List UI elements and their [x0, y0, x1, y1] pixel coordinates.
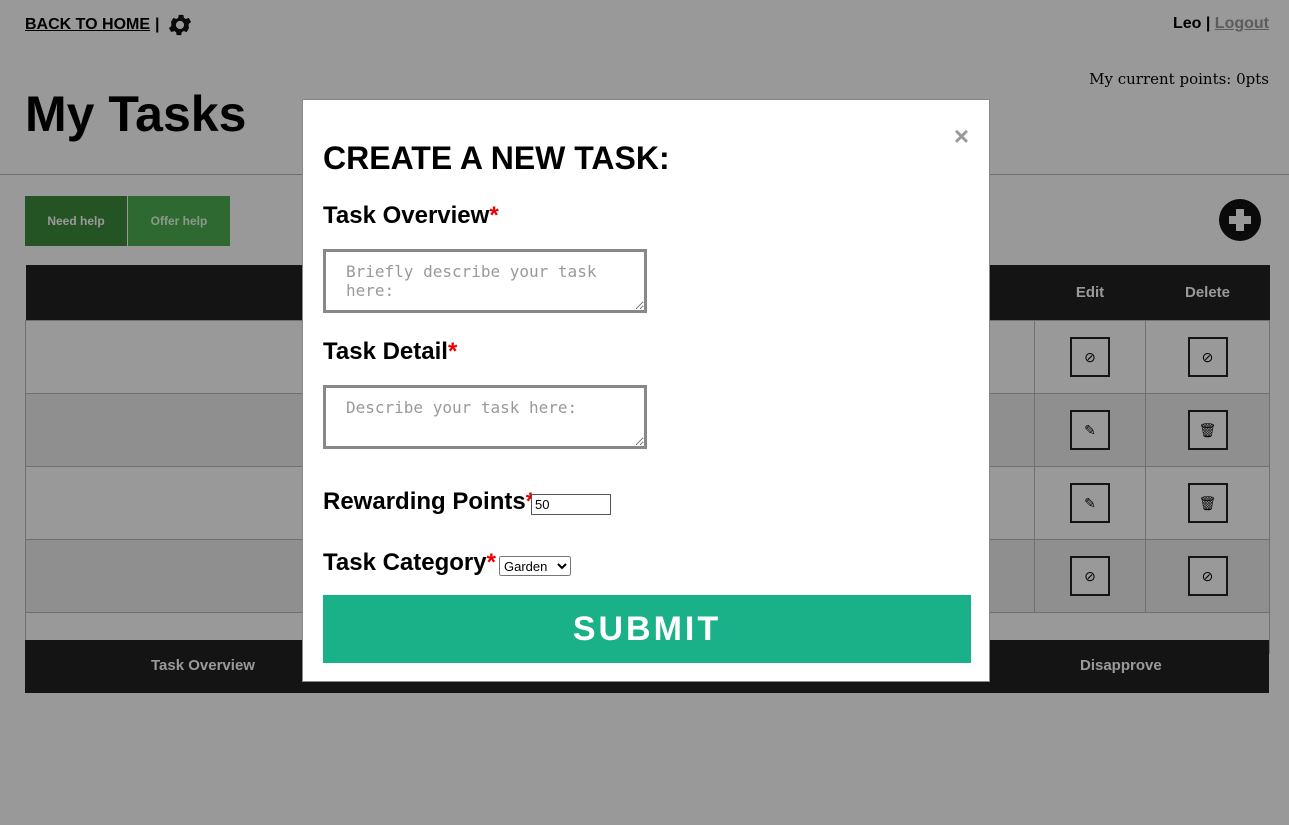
rewarding-points-label: Rewarding Points*	[323, 488, 535, 516]
task-category-label: Task Category*	[323, 549, 496, 576]
task-category-select[interactable]: Garden	[499, 556, 571, 576]
required-mark: *	[447, 338, 458, 365]
task-detail-input[interactable]	[323, 385, 647, 449]
create-task-modal: × CREATE A NEW TASK: Task Overview* Task…	[302, 99, 990, 682]
modal-title: CREATE A NEW TASK:	[323, 140, 670, 176]
task-overview-label: Task Overview*	[323, 202, 499, 229]
submit-button[interactable]: SUBMIT	[323, 595, 971, 663]
required-mark: *	[489, 202, 499, 229]
rewarding-points-input[interactable]	[531, 494, 611, 515]
task-overview-input[interactable]	[323, 249, 647, 313]
required-mark: *	[486, 549, 496, 576]
task-detail-label: Task Detail*	[323, 338, 458, 365]
close-icon[interactable]: ×	[954, 122, 969, 150]
